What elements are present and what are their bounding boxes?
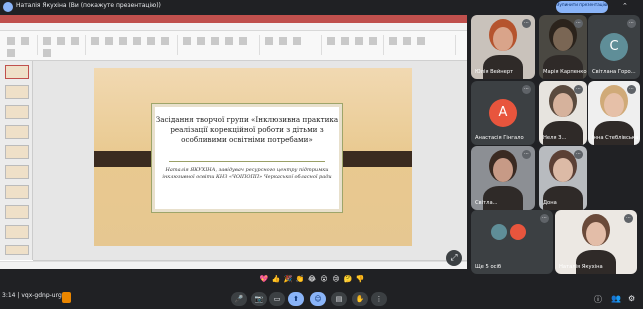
current-slide: Засідання творчої групи «Інклюзивна прак…: [94, 68, 412, 246]
participant-video: [553, 27, 573, 51]
slide-thumbnail[interactable]: [5, 245, 29, 255]
mic-off-icon: ⋯: [627, 85, 636, 94]
participant-name: Ще 5 осіб: [475, 264, 502, 270]
participant-tile[interactable]: ⋯ Наталія Якухіна: [555, 210, 637, 274]
participant-tile[interactable]: ⋯ Інна Стеблівська: [588, 81, 640, 145]
presenter-title: Наталія Якухіна (Ви (покажуте презентаці…: [16, 2, 161, 9]
slide-thumbnail[interactable]: [5, 105, 29, 119]
activities-icon[interactable]: ⚙: [628, 294, 635, 303]
participant-tile[interactable]: А ⋯ Анастасія Гінгало: [471, 81, 535, 145]
top-bar: Наталія Якухіна (Ви (покажуте презентаці…: [0, 0, 643, 14]
participant-name: Дона: [543, 200, 557, 206]
participant-video: [586, 222, 606, 246]
mic-off-icon: ⋯: [574, 85, 583, 94]
layout-icon[interactable]: ▤: [331, 292, 347, 306]
stop-presenting-button[interactable]: Зупинити презентацію: [556, 1, 608, 13]
participant-video: [604, 93, 624, 117]
avatar: А: [489, 99, 517, 127]
participant-video: [553, 158, 573, 182]
slide-divider: [169, 161, 325, 162]
reaction-icon[interactable]: 🤔: [342, 275, 354, 283]
participant-tile[interactable]: ⋯ Юлія Вейнерт: [471, 15, 535, 79]
slide-title-box: Засідання творчої групи «Інклюзивна прак…: [152, 104, 342, 212]
reaction-icon[interactable]: 👍: [270, 275, 282, 283]
ribbon-tabs: ФайлОсновнеВставленняКонструкторПереходи…: [0, 23, 467, 39]
participant-video: [493, 158, 513, 182]
participant-body: [543, 186, 583, 210]
shared-screen: ФайлОсновнеВставленняКонструкторПереходи…: [0, 15, 467, 269]
emoji-icon[interactable]: ☺: [310, 292, 326, 306]
status-bar: [0, 261, 467, 269]
mic-off-icon: ⋯: [574, 19, 583, 28]
participant-tile[interactable]: ⋯ Ще 5 осіб: [471, 210, 553, 274]
participant-tile[interactable]: ⋯ Марія Карпенко: [539, 15, 587, 79]
participant-tile[interactable]: ⋯ Дона: [539, 146, 587, 210]
participant-name: Інна Стеблівська: [592, 135, 639, 141]
participant-body: [543, 121, 583, 145]
participant-tile[interactable]: ⋯ Неля З...: [539, 81, 587, 145]
ribbon-toolbar: [0, 31, 467, 61]
expand-icon[interactable]: ⤢: [446, 250, 462, 266]
slide-subtitle: Наталія ЯКУХІНА, завідувач ресурсного це…: [162, 167, 332, 180]
participant-body: [483, 55, 523, 79]
mic-off-icon: ⋯: [627, 19, 636, 28]
slide-thumbnail[interactable]: [5, 145, 29, 159]
reaction-icon[interactable]: 👏: [294, 275, 306, 283]
participant-body: [483, 186, 523, 210]
mic-off-icon: ⋯: [574, 150, 583, 159]
reaction-icon[interactable]: 👎: [354, 275, 366, 283]
participant-name: Наталія Якухіна: [559, 264, 603, 270]
participant-name: Марія Карпенко: [543, 69, 587, 75]
reaction-icon[interactable]: 💖: [258, 275, 270, 283]
slide-thumbnail[interactable]: [5, 225, 29, 239]
slide-thumbnails: [0, 61, 33, 260]
mic-off-icon: ⋯: [522, 150, 531, 159]
participant-body: [576, 250, 616, 274]
meeting-time-code: 3:14 | vqx-gdnp-urg: [2, 292, 62, 299]
camera-icon[interactable]: 📷: [251, 292, 267, 306]
avatar: С: [600, 33, 628, 61]
participant-tile[interactable]: С ⋯ Світлана Горо...: [588, 15, 640, 79]
participant-body: [543, 55, 583, 79]
file-icon[interactable]: [62, 292, 71, 303]
reaction-icon[interactable]: 😂: [306, 275, 318, 283]
presenting-icon: [3, 2, 13, 12]
mic-off-icon: ⋯: [540, 214, 549, 223]
reaction-icon[interactable]: 🎉: [282, 275, 294, 283]
participant-name: Світлана Горо...: [592, 69, 636, 75]
powerpoint-titlebar: [0, 15, 467, 23]
slide-title: Засідання творчої групи «Інклюзивна прак…: [155, 115, 339, 144]
slide-thumbnail[interactable]: [5, 205, 29, 219]
slide-thumbnail[interactable]: [5, 185, 29, 199]
slide-thumbnail[interactable]: [5, 65, 29, 79]
mic-off-icon: ⋯: [522, 85, 531, 94]
present-icon[interactable]: ⬆: [288, 292, 304, 306]
participant-name: Юлія Вейнерт: [475, 69, 514, 75]
participant-video: [493, 27, 513, 51]
participant-name: Анастасія Гінгало: [475, 135, 524, 141]
slide-thumbnail[interactable]: [5, 165, 29, 179]
people-icon[interactable]: 👥: [611, 294, 621, 303]
chevron-up-icon[interactable]: ⌃: [622, 2, 628, 10]
reaction-icon[interactable]: 😢: [330, 275, 342, 283]
mic-off-icon: ⋯: [522, 19, 531, 28]
info-icon[interactable]: ⓘ: [594, 294, 602, 305]
mic-icon[interactable]: 🎤: [231, 292, 247, 306]
reaction-icon[interactable]: 😮: [318, 275, 330, 283]
mic-off-icon: ⋯: [624, 214, 633, 223]
slide-thumbnail[interactable]: [5, 85, 29, 99]
participant-body: [594, 121, 634, 145]
raise-hand-icon[interactable]: ✋: [352, 292, 368, 306]
slide-thumbnail[interactable]: [5, 125, 29, 139]
participant-name: Неля З...: [543, 135, 567, 141]
participant-name: Світла...: [475, 200, 498, 206]
captions-icon[interactable]: ▭: [269, 292, 285, 306]
participant-tile[interactable]: ⋯ Світла...: [471, 146, 535, 210]
more-participants-avatars: [491, 224, 529, 244]
more-icon[interactable]: ⋮: [371, 292, 387, 306]
participant-video: [553, 93, 573, 117]
